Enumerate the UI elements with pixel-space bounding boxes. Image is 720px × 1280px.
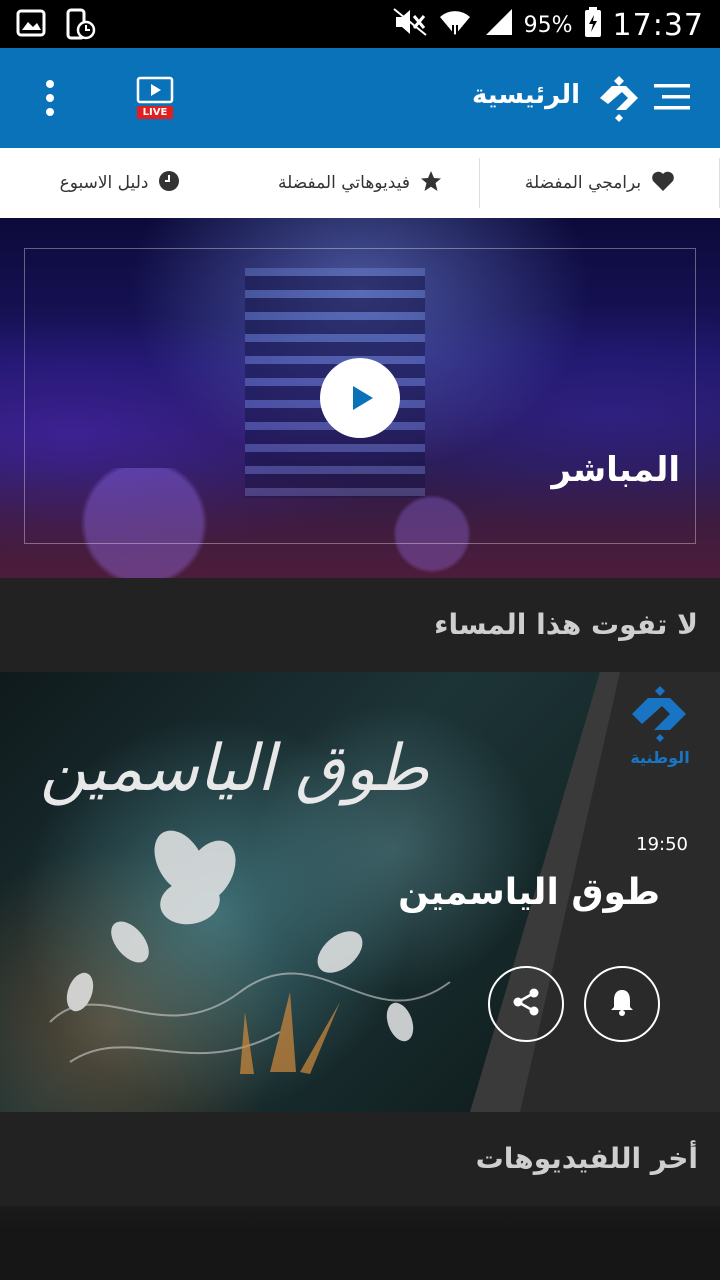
program-time: 19:50 bbox=[636, 834, 688, 855]
program-card[interactable]: طوق الياسمين الوطنية 19:50 طوق الياسمين bbox=[0, 672, 720, 1112]
live-badge-label: LIVE bbox=[142, 107, 168, 118]
gallery-notification-icon bbox=[16, 8, 46, 44]
wifi-icon bbox=[438, 7, 472, 44]
heart-icon bbox=[651, 170, 675, 197]
tab-favorite-videos[interactable]: فيديوهاتي المفضلة bbox=[240, 148, 480, 218]
share-icon bbox=[510, 986, 542, 1022]
tab-label: دليل الاسبوع bbox=[59, 173, 149, 193]
tab-weekly-guide[interactable]: دليل الاسبوع bbox=[0, 148, 240, 218]
live-stream-card[interactable]: المباشر bbox=[0, 218, 720, 578]
hamburger-menu-icon[interactable] bbox=[654, 82, 690, 112]
program-title: طوق الياسمين bbox=[398, 872, 660, 913]
signal-icon bbox=[482, 7, 514, 44]
play-icon bbox=[320, 386, 400, 442]
play-button[interactable] bbox=[320, 358, 400, 438]
status-bar: 95% 17:37 bbox=[0, 0, 720, 48]
live-tv-button[interactable]: LIVE bbox=[136, 76, 174, 120]
star-icon bbox=[420, 170, 442, 197]
page-title: الرئيسية bbox=[471, 80, 580, 110]
channel-logo-text: الوطنية bbox=[630, 748, 690, 767]
share-button[interactable] bbox=[488, 966, 564, 1042]
phone-clock-notification-icon bbox=[64, 8, 96, 44]
app-bar: الرئيسية LIVE bbox=[0, 48, 720, 148]
more-vert-icon[interactable] bbox=[40, 78, 60, 118]
battery-percent: 95% bbox=[523, 13, 573, 38]
channel-logo-icon bbox=[596, 74, 642, 122]
mute-icon bbox=[392, 7, 428, 44]
tab-label: برامجي المفضلة bbox=[524, 173, 642, 193]
bell-icon bbox=[606, 986, 638, 1022]
tab-label: فيديوهاتي المفضلة bbox=[278, 173, 410, 193]
channel-logo: الوطنية bbox=[620, 682, 700, 772]
section-latest-videos-header: أخر اللفيديوهات bbox=[0, 1112, 720, 1206]
clock-icon bbox=[158, 170, 180, 197]
quick-tabs: دليل الاسبوع فيديوهاتي المفضلة برامجي ال… bbox=[0, 148, 720, 218]
clock-time: 17:37 bbox=[612, 8, 704, 43]
section-tonight-header: لا تفوت هذا المساء bbox=[0, 578, 720, 672]
battery-charging-icon bbox=[583, 6, 603, 45]
live-label: المباشر bbox=[551, 450, 680, 490]
program-artwork-flowers bbox=[49, 830, 451, 1074]
reminder-button[interactable] bbox=[584, 966, 660, 1042]
program-artwork-calligraphy: طوق الياسمين bbox=[40, 732, 429, 806]
tab-favorite-programs[interactable]: برامجي المفضلة bbox=[480, 148, 720, 218]
video-thumbnail[interactable] bbox=[0, 1230, 720, 1280]
latest-videos-list bbox=[0, 1206, 720, 1280]
